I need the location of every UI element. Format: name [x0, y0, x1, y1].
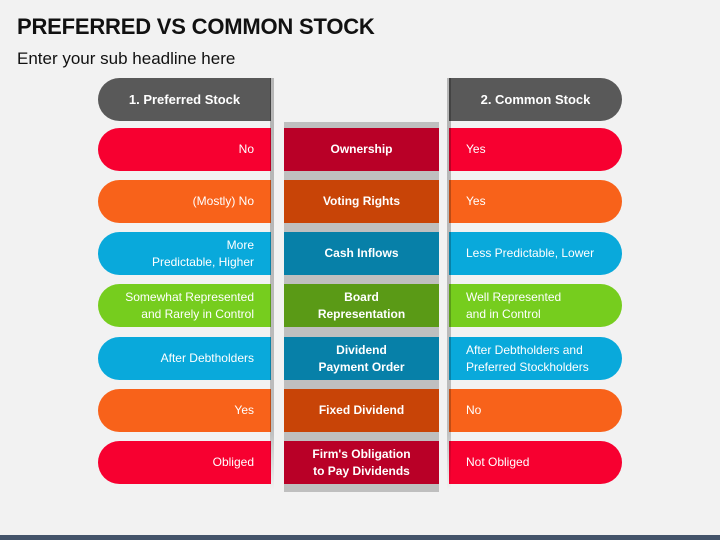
preferred-value-text: More Predictable, Higher [151, 238, 254, 269]
criterion-text: Ownership [330, 142, 393, 157]
common-value-text: Not Obliged [466, 455, 530, 470]
criterion-label: Cash Inflows [284, 232, 439, 275]
left-divider [270, 78, 274, 490]
criterion-text: Voting Rights [322, 194, 401, 209]
right-divider [447, 78, 451, 490]
preferred-value: More Predictable, Higher [98, 232, 271, 275]
criterion-text: Cash Inflows [324, 246, 399, 261]
preferred-value-text: No [238, 142, 254, 157]
common-value: Well Represented and in Control [449, 284, 622, 327]
criterion-label: Board Representation [284, 284, 439, 327]
criterion-text: Board Representation [317, 290, 406, 321]
criterion-text: Firm's Obligation to Pay Dividends [312, 447, 411, 478]
preferred-value: Obliged [98, 441, 271, 484]
preferred-value-text: Yes [234, 403, 254, 418]
common-value: Not Obliged [449, 441, 622, 484]
preferred-value: Yes [98, 389, 271, 432]
common-value: Yes [449, 180, 622, 223]
criterion-label: Ownership [284, 128, 439, 171]
criterion-text: Fixed Dividend [318, 403, 405, 418]
common-value-text: Yes [466, 194, 486, 209]
criterion-label: Fixed Dividend [284, 389, 439, 432]
criterion-label: Dividend Payment Order [284, 337, 439, 380]
common-value-text: No [466, 403, 482, 418]
preferred-value: No [98, 128, 271, 171]
preferred-value-text: Somewhat Represented and Rarely in Contro… [125, 290, 254, 321]
common-value-text: Yes [466, 142, 486, 157]
preferred-value: (Mostly) No [98, 180, 271, 223]
preferred-value-text: Obliged [212, 455, 254, 470]
preferred-value-text: After Debtholders [160, 351, 254, 366]
common-value: Yes [449, 128, 622, 171]
common-value: After Debtholders and Preferred Stockhold… [449, 337, 622, 380]
common-value: Less Predictable, Lower [449, 232, 622, 275]
criterion-label: Voting Rights [284, 180, 439, 223]
common-value-text: After Debtholders and Preferred Stockhold… [466, 343, 589, 374]
preferred-value: Somewhat Represented and Rarely in Contro… [98, 284, 271, 327]
criterion-label: Firm's Obligation to Pay Dividends [284, 441, 439, 484]
page-subtitle: Enter your sub headline here [17, 49, 236, 68]
preferred-value: After Debtholders [98, 337, 271, 380]
common-value-text: Less Predictable, Lower [466, 246, 595, 261]
page-title: PREFERRED VS COMMON STOCK [17, 14, 375, 39]
footer-bar [0, 535, 720, 540]
criterion-text: Dividend Payment Order [318, 343, 405, 374]
common-stock-header: 2. Common Stock [449, 78, 622, 121]
common-value-text: Well Represented and in Control [466, 290, 562, 321]
common-value: No [449, 389, 622, 432]
preferred-value-text: (Mostly) No [192, 194, 254, 209]
preferred-stock-header: 1. Preferred Stock [98, 78, 271, 121]
